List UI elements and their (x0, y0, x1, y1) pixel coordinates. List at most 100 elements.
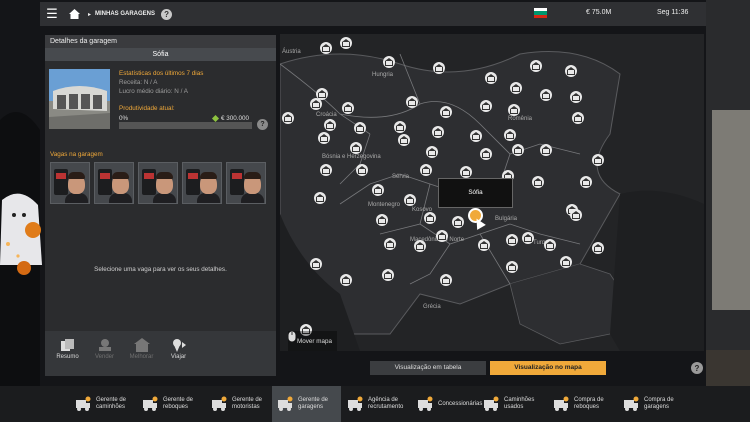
upgrade-icon (132, 336, 152, 354)
garage-marker-icon[interactable] (340, 274, 352, 286)
nav-buy-garages[interactable]: Compra de garagens (618, 386, 688, 422)
garage-marker-icon[interactable] (318, 132, 330, 144)
garage-marker-icon[interactable] (560, 256, 572, 268)
garage-marker-icon[interactable] (372, 184, 384, 196)
garage-marker-icon[interactable] (510, 82, 522, 94)
garage-marker-icon[interactable] (433, 62, 445, 74)
garage-marker-icon[interactable] (394, 121, 406, 133)
garage-slots (50, 162, 266, 204)
garage-marker-icon[interactable] (570, 209, 582, 221)
garage-map[interactable]: Áustria Hungria Croácia Romênia Bósnia e Her… (280, 34, 704, 351)
garage-marker-icon[interactable] (480, 148, 492, 160)
nav-used-trucks[interactable]: Caminhões usados (478, 386, 546, 422)
garage-marker-icon[interactable] (544, 239, 556, 251)
map-view-button[interactable]: Visualização no mapa (490, 361, 606, 375)
garage-slot[interactable] (226, 162, 266, 204)
garage-marker-icon[interactable] (532, 176, 544, 188)
garage-marker-icon[interactable] (592, 242, 604, 254)
garage-marker-icon[interactable] (354, 122, 366, 134)
garage-slot[interactable] (138, 162, 178, 204)
garage-marker-icon[interactable] (506, 261, 518, 273)
garage-slot[interactable] (182, 162, 222, 204)
nav-buy-trailers[interactable]: Compra de reboques (548, 386, 616, 422)
garage-marker-icon[interactable] (424, 212, 436, 224)
garage-marker-icon[interactable] (580, 176, 592, 188)
garage-marker-icon[interactable] (440, 106, 452, 118)
move-map-control[interactable]: Mover mapa (288, 331, 337, 351)
panel-title: Detalhes da garagem (45, 35, 276, 48)
garage-marker-icon[interactable] (485, 72, 497, 84)
garage-marker-icon[interactable] (506, 234, 518, 246)
productivity-help-button[interactable]: ? (257, 119, 268, 130)
garage-marker-icon[interactable] (342, 102, 354, 114)
garage-slot[interactable] (50, 162, 90, 204)
garage-marker-icon[interactable] (440, 274, 452, 286)
map-tooltip: Sófia (438, 178, 513, 208)
driver-manager-icon (211, 396, 227, 412)
garage-marker-icon[interactable] (376, 214, 388, 226)
action-label: Melhorar (129, 354, 154, 360)
garage-marker-icon[interactable] (478, 239, 490, 251)
map-country-label: Croácia (316, 112, 337, 118)
action-vender-button: Vender (86, 331, 123, 376)
nav-driver-manager[interactable]: Gerente de motoristas (206, 386, 272, 422)
garage-marker-icon[interactable] (398, 134, 410, 146)
garage-marker-icon[interactable] (310, 98, 322, 110)
nav-garage-manager[interactable]: Gerente de garagens (272, 386, 341, 422)
nav-trailer-manager[interactable]: Gerente de reboques (137, 386, 203, 422)
driver-hair (112, 172, 129, 179)
productivity-bar (119, 122, 252, 129)
garage-marker-icon[interactable] (530, 60, 542, 72)
garage-marker-icon[interactable] (452, 216, 464, 228)
hamburger-menu-icon[interactable]: ☰ (40, 2, 64, 26)
garage-marker-icon[interactable] (522, 232, 534, 244)
table-view-button[interactable]: Visualização em tabela (370, 361, 486, 375)
garage-marker-icon[interactable] (406, 96, 418, 108)
garage-marker-icon[interactable] (470, 130, 482, 142)
garage-marker-icon[interactable] (382, 269, 394, 281)
garage-marker-icon[interactable] (508, 104, 520, 116)
garage-marker-icon[interactable] (460, 166, 472, 178)
driver-body (153, 193, 176, 203)
garage-marker-icon[interactable] (432, 126, 444, 138)
garage-marker-icon[interactable] (404, 194, 416, 206)
garage-marker-icon[interactable] (480, 100, 492, 112)
home-icon[interactable] (64, 2, 84, 26)
driver-body (65, 193, 88, 203)
garage-marker-icon[interactable] (540, 144, 552, 156)
garage-marker-icon[interactable] (324, 119, 336, 131)
garage-details-panel: Detalhes da garagem Sófia Estatísticas d… (45, 35, 276, 376)
garage-marker-icon[interactable] (426, 146, 438, 158)
garage-marker-icon[interactable] (383, 56, 395, 68)
garage-marker-icon[interactable] (282, 112, 294, 124)
garage-marker-icon[interactable] (350, 142, 362, 154)
garage-marker-icon[interactable] (310, 258, 322, 270)
nav-recruitment[interactable]: Agência de recrutamento (342, 386, 410, 422)
map-help-button[interactable]: ? (691, 362, 703, 374)
garage-marker-icon[interactable] (356, 164, 368, 176)
garage-marker-icon[interactable] (414, 240, 426, 252)
garage-marker-icon[interactable] (436, 230, 448, 242)
garage-marker-icon[interactable] (384, 238, 396, 250)
garage-marker-icon[interactable] (540, 89, 552, 101)
garage-marker-icon[interactable] (320, 164, 332, 176)
garage-marker-icon[interactable] (592, 154, 604, 166)
garage-marker-icon[interactable] (314, 192, 326, 204)
action-label: Viajar (170, 354, 187, 360)
nav-label: Gerente de motoristas (232, 397, 263, 410)
action-viajar-button[interactable]: Viajar (160, 331, 197, 376)
garage-slot[interactable] (94, 162, 134, 204)
bulgaria-flag-icon (534, 8, 547, 18)
garage-marker-icon[interactable] (420, 164, 432, 176)
nav-dealer[interactable]: Concessionárias (412, 386, 482, 422)
help-button[interactable]: ? (161, 8, 173, 20)
garage-marker-icon[interactable] (572, 112, 584, 124)
garage-marker-icon[interactable] (570, 91, 582, 103)
nav-truck-manager[interactable]: Gerente de caminhões (70, 386, 136, 422)
garage-marker-icon[interactable] (512, 144, 524, 156)
garage-marker-icon[interactable] (565, 65, 577, 77)
garage-marker-icon[interactable] (340, 37, 352, 49)
garage-marker-icon[interactable] (504, 129, 516, 141)
garage-marker-icon[interactable] (320, 42, 332, 54)
action-resumo-button[interactable]: Resumo (49, 331, 86, 376)
